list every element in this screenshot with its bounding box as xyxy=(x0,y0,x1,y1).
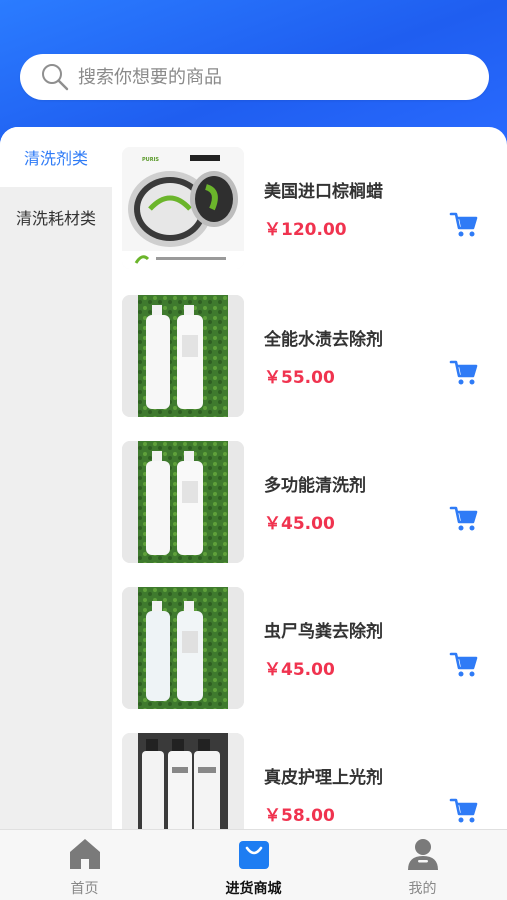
bottles-image xyxy=(122,441,244,563)
tab-label: 首页 xyxy=(70,881,99,897)
main-content: 清洗剂类 清洗耗材类 PURIS 美国进口棕榈蜡 ￥120.00 全能水渍去除剂… xyxy=(0,127,507,829)
product-image[interactable] xyxy=(122,733,244,829)
list-item[interactable]: 真皮护理上光剂 ￥58.00 xyxy=(112,733,507,829)
product-price: ￥55.00 xyxy=(264,368,335,388)
wax-tin-image: PURIS xyxy=(122,147,244,269)
bottom-tab-bar: 首页 进货商城 我的 xyxy=(0,829,507,900)
tab-shop[interactable]: 进货商城 xyxy=(169,830,338,900)
search-icon xyxy=(42,64,69,91)
product-price: ￥45.00 xyxy=(264,514,335,534)
product-name: 多功能清洗剂 xyxy=(264,476,366,496)
bottles-image xyxy=(122,295,244,417)
product-name: 美国进口棕榈蜡 xyxy=(264,182,383,202)
cart-icon[interactable] xyxy=(449,503,479,533)
search-bar[interactable] xyxy=(20,54,489,100)
user-icon xyxy=(407,839,438,870)
svg-text:PURIS: PURIS xyxy=(142,157,159,163)
search-input[interactable] xyxy=(78,66,438,88)
product-image[interactable]: PURIS xyxy=(122,147,244,269)
product-image[interactable] xyxy=(122,441,244,563)
cart-icon[interactable] xyxy=(449,649,479,679)
tab-label: 我的 xyxy=(408,881,437,897)
product-price: ￥120.00 xyxy=(264,220,347,240)
list-item[interactable]: 虫尸鸟粪去除剂 ￥45.00 xyxy=(112,587,507,709)
bottles-image xyxy=(122,587,244,709)
bottles-image xyxy=(122,733,244,829)
tab-label: 进货商城 xyxy=(225,881,282,897)
product-name: 真皮护理上光剂 xyxy=(264,768,383,788)
home-icon xyxy=(69,839,100,869)
product-price: ￥58.00 xyxy=(264,806,335,826)
product-image[interactable] xyxy=(122,587,244,709)
product-list: PURIS 美国进口棕榈蜡 ￥120.00 全能水渍去除剂 ￥55.00 多功能… xyxy=(112,127,507,829)
sidebar-item-consumables[interactable]: 清洗耗材类 xyxy=(0,187,112,247)
list-item[interactable]: PURIS 美国进口棕榈蜡 ￥120.00 xyxy=(112,147,507,269)
category-sidebar: 清洗剂类 清洗耗材类 xyxy=(0,127,112,829)
product-name: 虫尸鸟粪去除剂 xyxy=(264,622,383,642)
product-name: 全能水渍去除剂 xyxy=(264,330,383,350)
cart-icon[interactable] xyxy=(449,795,479,825)
cart-icon[interactable] xyxy=(449,209,479,239)
product-image[interactable] xyxy=(122,295,244,417)
cart-icon[interactable] xyxy=(449,357,479,387)
tab-home[interactable]: 首页 xyxy=(0,830,169,900)
list-item[interactable]: 多功能清洗剂 ￥45.00 xyxy=(112,441,507,563)
product-price: ￥45.00 xyxy=(264,660,335,680)
tab-profile[interactable]: 我的 xyxy=(338,830,507,900)
shopping-bag-icon xyxy=(238,841,269,869)
sidebar-item-cleaners[interactable]: 清洗剂类 xyxy=(0,127,112,187)
list-item[interactable]: 全能水渍去除剂 ￥55.00 xyxy=(112,295,507,417)
